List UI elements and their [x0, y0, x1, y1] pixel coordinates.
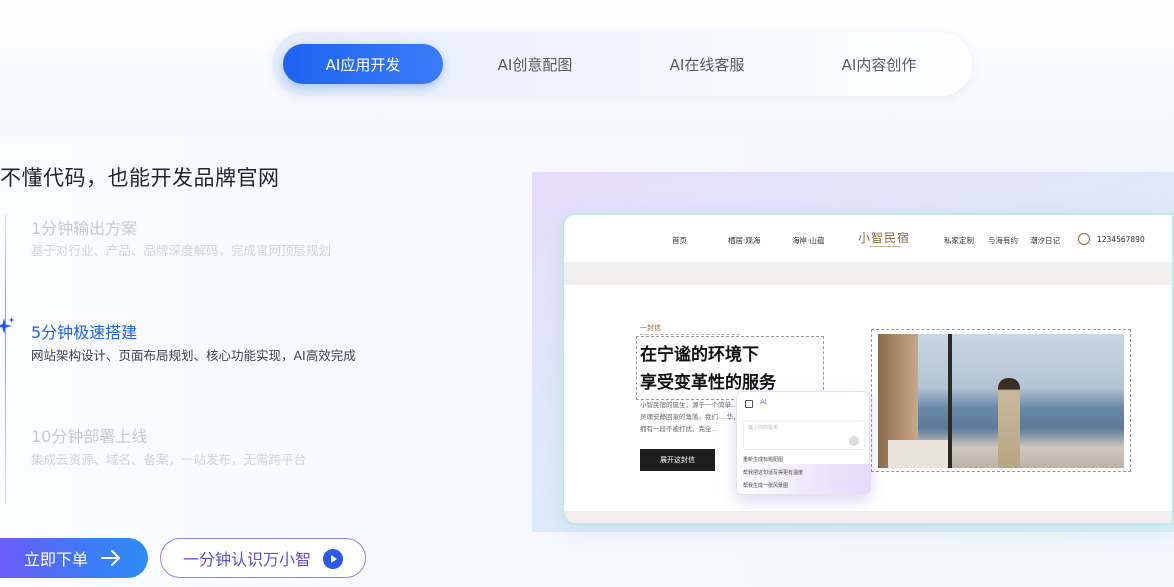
preview-divider	[640, 334, 740, 335]
preview-nav-item4: 与海有约	[988, 236, 1018, 245]
preview-hero-button: 展开这封信	[640, 449, 715, 471]
ai-option-1[interactable]: 重新生成标题配图	[743, 456, 783, 463]
steps-timeline	[5, 214, 6, 504]
preview-brand-logo: 小智民宿	[858, 231, 911, 245]
preview-hero-kicker: 一封信	[640, 324, 661, 332]
preview-hero-title-line1: 在宁谧的环境下	[640, 345, 759, 365]
preview-nav-item3: 私家定制	[944, 236, 974, 245]
step-2-desc: 网站架构设计、页面布局规划、核心功能实现，AI高效完成	[31, 348, 356, 363]
preview-hero-image	[878, 334, 1124, 468]
tab-ai-creative-image[interactable]: AI创意配图	[455, 44, 615, 84]
step-1-title: 1分钟输出方案	[31, 219, 138, 238]
ai-option-2[interactable]: 帮我把这句话写得更有温度	[743, 469, 803, 476]
preview-nav-home: 首页	[672, 236, 687, 245]
website-preview: 首页 栖居·观海 海岸·山蕴 小智民宿 私家定制 与海有约 潮汐日记 12345…	[562, 213, 1174, 525]
learn-more-button[interactable]: 一分钟认识万小智	[160, 538, 366, 578]
preview-nav-item5: 潮汐日记	[1030, 236, 1060, 245]
preview-nav-item2: 海岸·山蕴	[792, 236, 825, 245]
learn-more-label: 一分钟认识万小智	[183, 550, 312, 569]
step-3-desc: 集成云资源、域名、备案，一站发布，无需跨平台	[31, 452, 307, 467]
preview-phone-number: 1234567890	[1097, 235, 1145, 244]
sparkle-icon	[0, 317, 15, 334]
order-now-label: 立即下单	[24, 550, 89, 569]
ai-badge: AI	[760, 398, 767, 406]
image-bed	[888, 440, 948, 468]
tab-ai-customer-service[interactable]: AI在线客服	[627, 44, 787, 84]
preview-brand-underline	[870, 246, 900, 247]
tab-ai-app-dev[interactable]: AI应用开发	[283, 44, 443, 84]
ai-prompt-placeholder: 输入你的需求	[748, 425, 779, 431]
image-icon	[745, 400, 753, 408]
step-2-title: 5分钟极速搭建	[31, 323, 138, 342]
image-person	[998, 378, 1020, 468]
arrow-right-icon	[101, 550, 120, 566]
preview-banner-strip	[564, 263, 1172, 285]
preview-hero-title: 在宁谧的环境下 享受变革性的服务	[640, 341, 776, 397]
ai-option-3[interactable]: 帮我生成一张风景图	[743, 482, 788, 489]
play-circle-icon	[323, 549, 343, 569]
step-3-title: 10分钟部署上线	[31, 427, 148, 446]
preview-nav: 首页 栖居·观海 海岸·山蕴 小智民宿 私家定制 与海有约 潮汐日记 12345…	[564, 215, 1172, 263]
send-icon[interactable]	[849, 436, 859, 446]
preview-nav-item1: 栖居·观海	[728, 236, 761, 245]
step-1-desc: 基于对行业、产品、品牌深度解码，完成官网顶层规划	[31, 243, 332, 258]
order-now-button[interactable]: 立即下单	[0, 538, 148, 578]
preview-hero-text: 小智民宿的诞生，源于一个简单… 让灵魂安静回家的角落。我们… 华，是拥有一段不被…	[640, 401, 747, 433]
image-window-frame	[948, 334, 952, 468]
preview-footer-strip	[564, 511, 1172, 523]
ai-assistant-popup: AI 输入你的需求 重新生成标题配图 帮我把这句话写得更有温度 帮我生成一张风景…	[736, 391, 871, 495]
tab-ai-content-creation[interactable]: AI内容创作	[799, 44, 959, 84]
phone-icon	[1078, 233, 1090, 245]
page-headline: 不懂代码，也能开发品牌官网	[0, 166, 280, 190]
product-tabs: AI应用开发 AI创意配图 AI在线客服 AI内容创作	[272, 32, 972, 96]
